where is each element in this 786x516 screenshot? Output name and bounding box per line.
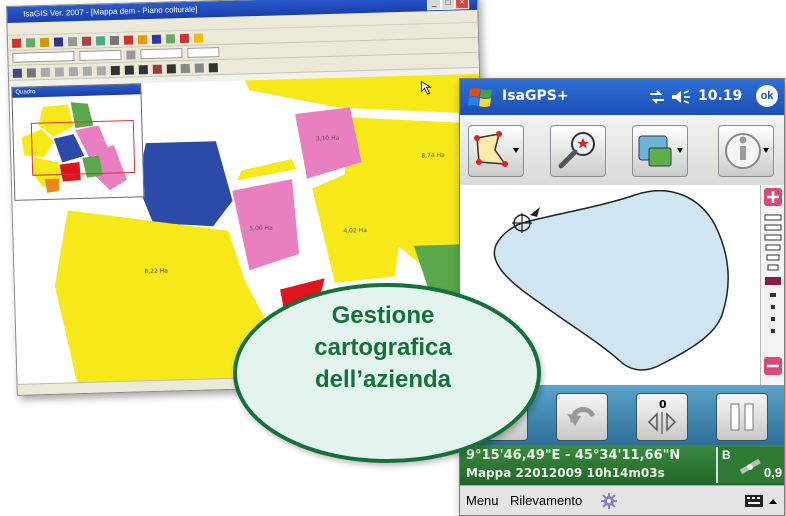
minimap-parcel bbox=[59, 162, 81, 182]
pause-icon bbox=[730, 403, 754, 431]
gps-coordinates: 9°15'46,49"E - 45°34'11,66"N bbox=[466, 448, 681, 463]
toolbar-icon[interactable] bbox=[67, 36, 78, 46]
parcel-polygon[interactable] bbox=[236, 159, 297, 181]
minimap-parcel bbox=[44, 178, 60, 193]
value-input[interactable] bbox=[140, 48, 183, 60]
parcel-label: 8,74 Ha bbox=[421, 152, 445, 160]
toolbar-icon[interactable] bbox=[95, 35, 106, 45]
feature-badge-text: Gestione cartografica dell’azienda bbox=[233, 300, 533, 396]
split-arrows-icon: 0 bbox=[647, 398, 677, 434]
app-title: IsaGPS+ bbox=[502, 88, 569, 104]
menu-softkey[interactable]: Menu bbox=[466, 493, 499, 508]
toolbar-icon[interactable] bbox=[109, 35, 120, 45]
toolbar-icon[interactable] bbox=[152, 64, 162, 74]
toolbar-icon[interactable] bbox=[194, 63, 204, 73]
info-icon bbox=[725, 133, 769, 169]
gps-fix-letter: B bbox=[722, 448, 731, 462]
badge-line-2: cartografica bbox=[314, 334, 452, 361]
toolbar-icon[interactable] bbox=[54, 66, 64, 77]
settings-gear-icon[interactable] bbox=[600, 492, 618, 510]
toolbar-icon[interactable] bbox=[39, 37, 50, 47]
toolbar-icon[interactable] bbox=[110, 65, 120, 75]
undo-button[interactable] bbox=[556, 393, 608, 441]
magnifier-icon bbox=[558, 132, 595, 169]
chevron-up-icon[interactable] bbox=[768, 497, 778, 505]
toolbar-icon[interactable] bbox=[165, 33, 176, 44]
svg-text:0: 0 bbox=[659, 398, 667, 411]
zoom-slider-thumb[interactable] bbox=[765, 277, 781, 285]
direction-arrow-icon bbox=[530, 207, 540, 217]
parcel-polygon[interactable] bbox=[136, 141, 233, 229]
overview-minimap[interactable]: Quadro bbox=[11, 83, 145, 201]
toolbar-icon[interactable] bbox=[12, 68, 22, 78]
desktop-window-title: IsaGIS Ver. 2007 - [Mappa dem - Piano co… bbox=[23, 4, 198, 19]
layers-icon bbox=[638, 135, 683, 167]
badge-line-1: Gestione bbox=[331, 302, 435, 329]
badge-line-3: dell’azienda bbox=[314, 366, 452, 393]
layers-button[interactable] bbox=[632, 125, 688, 177]
parcel-label: 8,22 Ha bbox=[144, 268, 168, 276]
parcel-label: 5,00 Ha bbox=[249, 225, 273, 233]
speaker-icon[interactable] bbox=[670, 89, 692, 105]
toolbar-icon[interactable] bbox=[151, 34, 162, 44]
toolbar-icon[interactable] bbox=[123, 34, 134, 45]
toolbar-icon[interactable] bbox=[82, 66, 92, 76]
windows-flag-icon[interactable] bbox=[468, 85, 494, 109]
toolbar-icon[interactable] bbox=[180, 63, 190, 73]
toolbar-icon[interactable] bbox=[126, 49, 136, 60]
toolbar-icon[interactable] bbox=[26, 67, 36, 77]
ppc-softkey-bar: Menu Rilevamento bbox=[460, 485, 784, 515]
pause-button[interactable] bbox=[716, 393, 768, 441]
gps-accuracy-value: 0,9 bbox=[764, 465, 783, 480]
undo-icon bbox=[567, 406, 596, 426]
toolbar-icon[interactable] bbox=[124, 64, 134, 75]
ppc-status-bar: 9°15'46,49"E - 45°34'11,66"N Mappa 22012… bbox=[460, 445, 784, 485]
satellite-icon bbox=[739, 458, 761, 475]
gps-status-box: B 0,9 bbox=[716, 447, 784, 483]
toolbar-icon[interactable] bbox=[179, 33, 190, 43]
scale-input[interactable] bbox=[79, 49, 122, 61]
toolbar-icon[interactable] bbox=[25, 37, 36, 47]
map-name: Mappa 22012009 10h14m03s bbox=[466, 466, 665, 480]
parcel-label: 3,10 Ha bbox=[316, 135, 340, 143]
toolbar-icon[interactable] bbox=[68, 66, 78, 76]
zoom-slider[interactable] bbox=[760, 185, 784, 385]
draw-polygon-button[interactable] bbox=[468, 125, 524, 177]
toolbar-icon[interactable] bbox=[137, 34, 148, 44]
split-button[interactable]: 0 bbox=[636, 393, 688, 441]
ppc-titlebar: IsaGPS+ 10.19 ok bbox=[460, 79, 784, 115]
toolbar-icon[interactable] bbox=[208, 62, 218, 72]
toolbar-icon[interactable] bbox=[11, 38, 22, 48]
layer-select[interactable] bbox=[12, 51, 75, 63]
toolbar-icon[interactable] bbox=[81, 36, 92, 46]
ok-button[interactable]: ok bbox=[756, 85, 778, 107]
toolbar-icon[interactable] bbox=[138, 64, 148, 74]
toolbar-icon[interactable] bbox=[53, 36, 64, 47]
pocketpc-window: IsaGPS+ 10.19 ok 0 9°15'46,49"E - 45°34'… bbox=[459, 78, 785, 516]
parcel-label: 4,02 Ha bbox=[343, 227, 367, 235]
keyboard-icon[interactable] bbox=[744, 493, 764, 509]
toolbar-icon[interactable] bbox=[193, 33, 204, 43]
minimap-parcel bbox=[82, 155, 103, 178]
parcel-polygon[interactable] bbox=[240, 63, 481, 121]
value-input[interactable] bbox=[187, 47, 220, 58]
connectivity-icon[interactable] bbox=[648, 89, 666, 105]
ppc-toolbar bbox=[460, 115, 784, 186]
clock: 10.19 bbox=[698, 88, 743, 104]
rilevamento-softkey[interactable]: Rilevamento bbox=[510, 493, 582, 508]
maximize-button[interactable]: □ bbox=[440, 0, 456, 10]
info-button[interactable] bbox=[718, 125, 774, 177]
toolbar-icon[interactable] bbox=[40, 67, 50, 77]
minimap-parcel bbox=[70, 102, 94, 129]
toolbar-icon[interactable] bbox=[166, 63, 176, 74]
close-button[interactable]: × bbox=[454, 0, 470, 10]
minimize-button[interactable]: _ bbox=[426, 0, 442, 11]
zoom-search-button[interactable] bbox=[550, 125, 606, 177]
toolbar-icon[interactable] bbox=[96, 65, 106, 75]
